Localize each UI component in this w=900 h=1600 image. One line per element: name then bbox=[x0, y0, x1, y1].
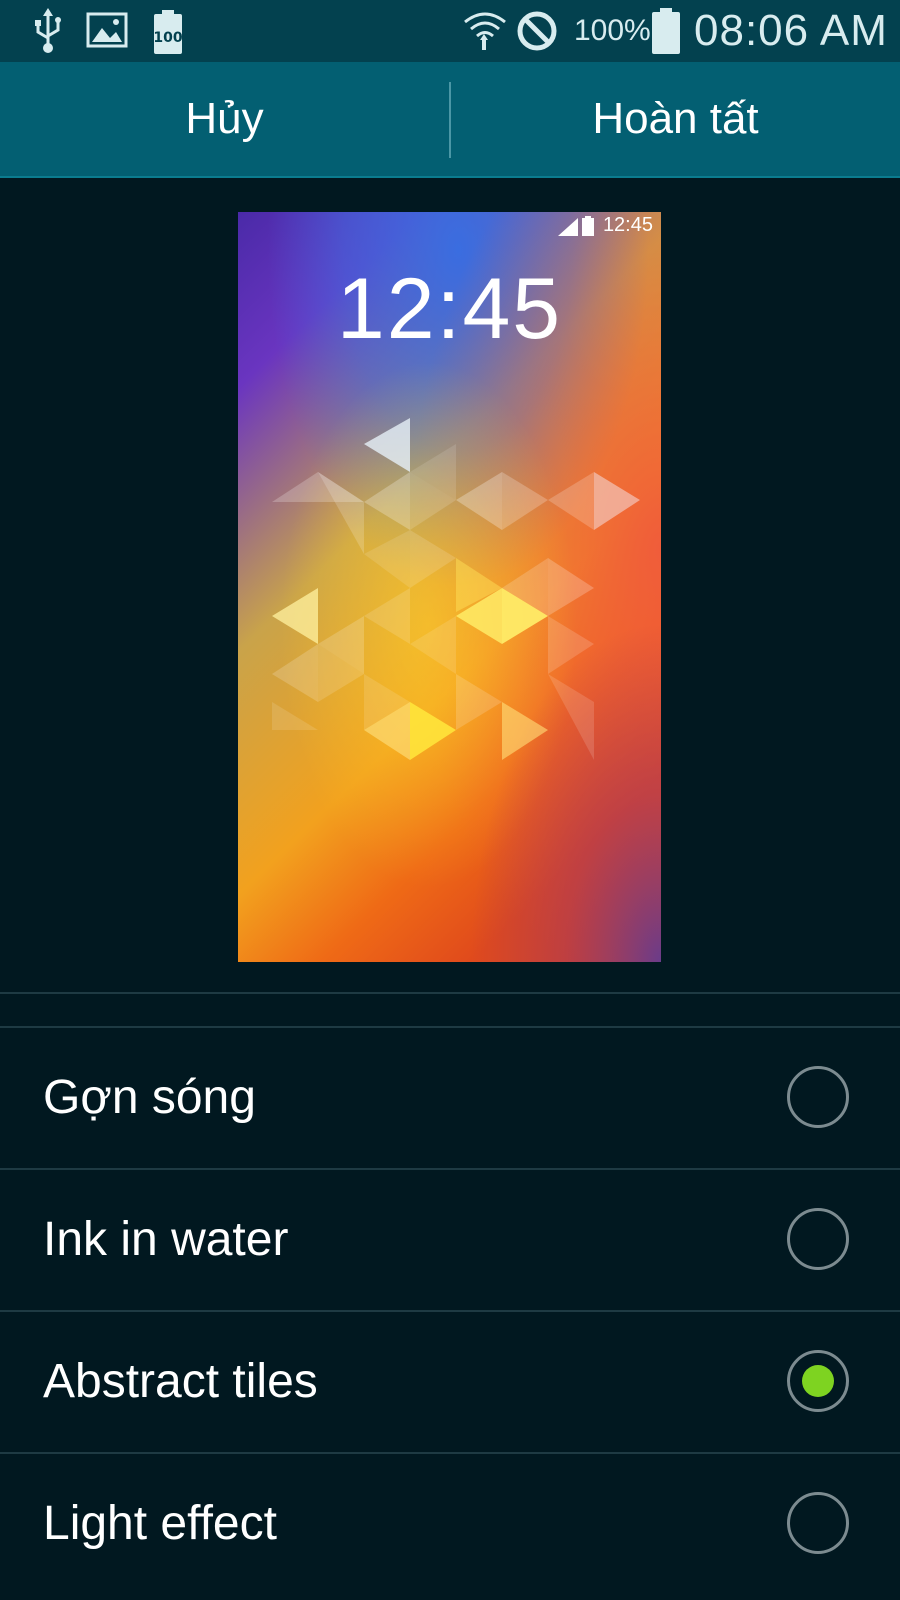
done-button[interactable]: Hoàn tất bbox=[451, 62, 900, 176]
effect-options-list: Gợn sóng Ink in water Abstract tiles Lig… bbox=[0, 1026, 900, 1594]
option-light-effect[interactable]: Light effect bbox=[0, 1452, 900, 1594]
radio-button[interactable] bbox=[787, 1492, 849, 1554]
option-label: Ink in water bbox=[43, 1213, 289, 1266]
cancel-button[interactable]: Hủy bbox=[0, 62, 449, 176]
radio-button[interactable] bbox=[787, 1066, 849, 1128]
usb-icon bbox=[30, 8, 66, 59]
option-label: Abstract tiles bbox=[43, 1355, 318, 1408]
image-icon bbox=[86, 12, 128, 53]
status-time: 08:06 AM bbox=[694, 6, 888, 55]
battery-saver-label: 100 bbox=[153, 30, 182, 46]
preview-status-time: 12:45 bbox=[602, 214, 653, 236]
status-bar: 100 100% 08:06 AM bbox=[0, 0, 900, 62]
battery-saver-icon: 100 bbox=[152, 10, 184, 59]
preview-clock: 12:45 bbox=[336, 261, 563, 357]
radio-button[interactable] bbox=[787, 1208, 849, 1270]
battery-percent: 100% bbox=[574, 14, 651, 47]
battery-icon bbox=[652, 8, 680, 59]
lockscreen-preview: 12:45 12:45 bbox=[238, 212, 661, 962]
action-bar: Hủy Hoàn tất bbox=[0, 62, 900, 178]
option-gon-song[interactable]: Gợn sóng bbox=[0, 1026, 900, 1168]
radio-button-selected[interactable] bbox=[787, 1350, 849, 1412]
option-abstract-tiles[interactable]: Abstract tiles bbox=[0, 1310, 900, 1452]
no-disturb-icon bbox=[516, 10, 558, 57]
wifi-icon bbox=[462, 8, 508, 59]
radio-selected-dot bbox=[802, 1365, 834, 1397]
option-label: Gợn sóng bbox=[43, 1071, 256, 1124]
divider bbox=[0, 992, 900, 994]
option-label: Light effect bbox=[43, 1497, 277, 1550]
option-ink-in-water[interactable]: Ink in water bbox=[0, 1168, 900, 1310]
